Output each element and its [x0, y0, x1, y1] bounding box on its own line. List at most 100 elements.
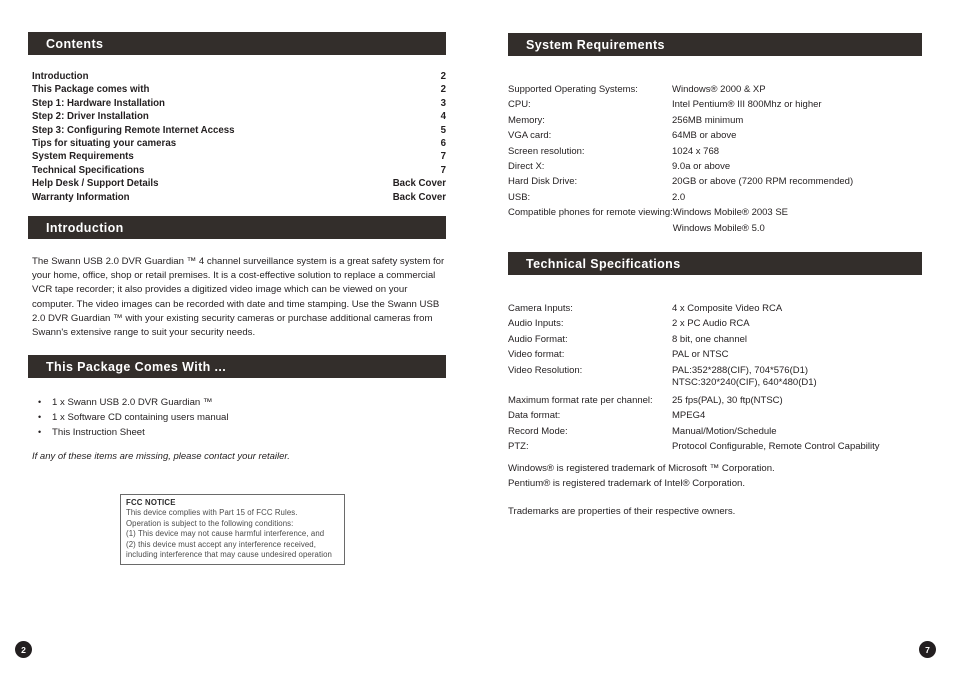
trademark-notice-windows: Windows® is registered trademark of Micr…: [508, 463, 775, 474]
table-of-contents: Introduction 2 This Package comes with 2…: [32, 70, 446, 204]
spec-value-line: PAL:352*288(CIF), 704*576(D1): [672, 364, 809, 376]
spec-value: 256MB minimum: [672, 114, 744, 126]
toc-entry[interactable]: Warranty Information Back Cover: [32, 191, 446, 204]
spec-value-line: NTSC:320*240(CIF), 640*480(D1): [672, 377, 817, 389]
table-row: VGA card: 64MB or above: [508, 128, 938, 143]
trademark-notice-general: Trademarks are properties of their respe…: [508, 506, 736, 517]
spec-label: Hard Disk Drive:: [508, 176, 578, 188]
spec-value: Intel Pentium® III 800Mhz or higher: [672, 99, 822, 111]
introduction-paragraph: The Swann USB 2.0 DVR Guardian ™ 4 chann…: [32, 256, 445, 339]
toc-entry-page: Back Cover: [392, 191, 446, 203]
table-row: Memory: 256MB minimum: [508, 113, 938, 128]
spec-value: 2 x PC Audio RCA: [672, 318, 750, 330]
spec-label: USB:: [508, 191, 531, 203]
toc-entry-title: Tips for situating your cameras: [32, 138, 177, 150]
list-item: • 1 x Swann USB 2.0 DVR Guardian ™: [38, 395, 438, 410]
spec-value: 8 bit, one channel: [672, 333, 748, 345]
table-row: Compatible phones for remote viewing: Wi…: [508, 205, 938, 236]
table-row: Audio Inputs: 2 x PC Audio RCA: [508, 316, 938, 331]
toc-entry-page: 2: [440, 84, 446, 96]
spec-value: PAL or NTSC: [672, 349, 729, 361]
spec-value-line: Windows Mobile® 5.0: [672, 222, 765, 234]
section-header-technical-specifications-label: Technical Specifications: [526, 256, 681, 271]
missing-items-note: If any of these items are missing, pleas…: [32, 451, 290, 462]
fcc-notice-line: including interference that may cause un…: [126, 550, 332, 560]
package-contents-list: • 1 x Swann USB 2.0 DVR Guardian ™ • 1 x…: [38, 395, 438, 441]
toc-entry-title: Step 2: Driver Installation: [32, 111, 149, 123]
fcc-notice-line: (2) this device must accept any interfer…: [126, 539, 317, 549]
spec-label: Video format:: [508, 349, 565, 361]
spec-label: Record Mode:: [508, 425, 568, 437]
spec-label: Audio Format:: [508, 333, 568, 345]
toc-entry[interactable]: Help Desk / Support Details Back Cover: [32, 177, 446, 190]
spec-value: Protocol Configurable, Remote Control Ca…: [672, 441, 880, 453]
spec-label: Data format:: [508, 410, 561, 422]
spec-value: 1024 x 768: [672, 145, 720, 157]
spec-label: VGA card:: [508, 130, 552, 142]
toc-entry-page: Back Cover: [392, 178, 446, 190]
technical-specifications-table: Camera Inputs: 4 x Composite Video RCA A…: [508, 301, 938, 454]
table-row: Supported Operating Systems: Windows® 20…: [508, 82, 938, 97]
section-header-system-requirements-label: System Requirements: [526, 37, 665, 52]
toc-entry-page: 7: [440, 164, 446, 176]
toc-entry-title: This Package comes with: [32, 84, 150, 96]
spec-value: MPEG4: [672, 410, 706, 422]
spec-label: Video Resolution:: [508, 364, 583, 376]
spec-value-line: Windows Mobile® 2003 SE: [672, 207, 789, 219]
spec-label: Direct X:: [508, 161, 545, 173]
spec-value: 25 fps(PAL), 30 ftp(NTSC): [672, 394, 783, 406]
toc-entry[interactable]: System Requirements 7: [32, 150, 446, 163]
toc-entry-page: 4: [440, 111, 446, 123]
section-header-package: This Package Comes With ...: [28, 355, 446, 378]
right-page: System Requirements Supported Operating …: [477, 0, 954, 675]
toc-entry-title: Introduction: [32, 71, 89, 82]
toc-entry-title: Step 3: Configuring Remote Internet Acce…: [32, 124, 235, 136]
list-item-label: 1 x Swann USB 2.0 DVR Guardian ™: [52, 397, 213, 408]
page-number-badge-left-label: 2: [21, 644, 26, 655]
toc-entry[interactable]: Tips for situating your cameras 6: [32, 137, 446, 150]
section-header-contents-label: Contents: [46, 36, 104, 51]
fcc-notice-title: FCC NOTICE: [126, 498, 176, 507]
section-header-technical-specifications: Technical Specifications: [508, 252, 922, 275]
fcc-notice-line: Operation is subject to the following co…: [126, 518, 294, 528]
system-requirements-table: Supported Operating Systems: Windows® 20…: [508, 82, 938, 236]
toc-entry-title: System Requirements: [32, 151, 134, 163]
table-row: USB: 2.0: [508, 190, 938, 205]
spec-value: 64MB or above: [672, 130, 737, 142]
toc-entry[interactable]: Step 1: Hardware Installation 3: [32, 97, 446, 110]
section-header-introduction-label: Introduction: [46, 220, 124, 235]
spec-value: Windows Mobile® 2003 SE Windows Mobile® …: [673, 205, 938, 236]
table-row: Video format: PAL or NTSC: [508, 347, 938, 362]
spec-label: Supported Operating Systems:: [508, 84, 638, 95]
section-header-introduction: Introduction: [28, 216, 446, 239]
table-row: Audio Format: 8 bit, one channel: [508, 332, 938, 347]
list-item-label: 1 x Software CD containing users manual: [52, 412, 229, 424]
spec-value: PAL:352*288(CIF), 704*576(D1) NTSC:320*2…: [672, 365, 938, 390]
table-row: Screen resolution: 1024 x 768: [508, 144, 938, 159]
toc-entry-page: 5: [440, 124, 446, 136]
spec-value: Manual/Motion/Schedule: [672, 425, 777, 437]
spec-label: Audio Inputs:: [508, 318, 564, 330]
fcc-notice-line: This device complies with Part 15 of FCC…: [126, 508, 298, 518]
section-header-system-requirements: System Requirements: [508, 33, 922, 56]
toc-entry[interactable]: Introduction 2: [32, 70, 446, 83]
fcc-notice-line: (1) This device may not cause harmful in…: [126, 529, 325, 539]
toc-entry[interactable]: Technical Specifications 7: [32, 164, 446, 177]
toc-entry[interactable]: Step 2: Driver Installation 4: [32, 110, 446, 123]
spec-label: CPU:: [508, 99, 531, 111]
table-row: PTZ: Protocol Configurable, Remote Contr…: [508, 439, 938, 454]
spec-label: Camera Inputs:: [508, 303, 573, 314]
table-row: Camera Inputs: 4 x Composite Video RCA: [508, 301, 938, 316]
fcc-notice-box: FCC NOTICE This device complies with Par…: [120, 494, 345, 566]
spec-label: Screen resolution:: [508, 145, 585, 157]
table-row: CPU: Intel Pentium® III 800Mhz or higher: [508, 97, 938, 112]
toc-entry-page: 6: [440, 138, 446, 150]
page-number-badge-left: 2: [15, 641, 32, 658]
bullet-icon: •: [38, 397, 42, 407]
toc-entry[interactable]: This Package comes with 2: [32, 83, 446, 96]
table-row: Record Mode: Manual/Motion/Schedule: [508, 424, 938, 439]
spec-label: Compatible phones for remote viewing:: [508, 207, 673, 219]
list-item-label: This Instruction Sheet: [52, 427, 145, 439]
toc-entry-title: Step 1: Hardware Installation: [32, 97, 165, 109]
toc-entry[interactable]: Step 3: Configuring Remote Internet Acce…: [32, 124, 446, 137]
